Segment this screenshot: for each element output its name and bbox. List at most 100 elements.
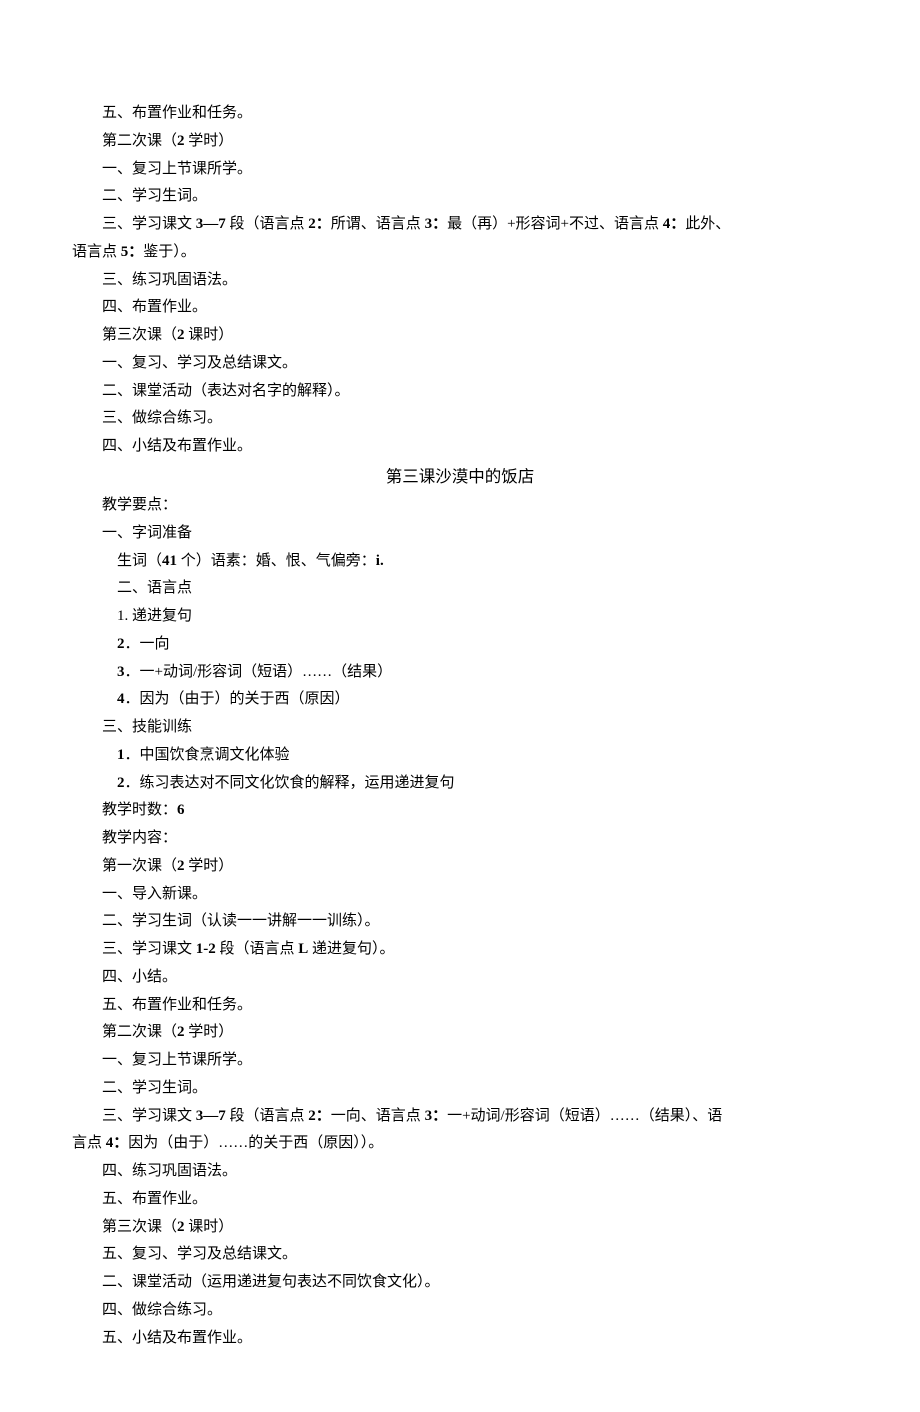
text: 语言点: [72, 244, 121, 260]
number: 3: [117, 664, 125, 680]
body-line: 四、布置作业。: [72, 294, 848, 322]
body-line: 五、小结及布置作业。: [72, 1325, 848, 1353]
body-line: 四、小结及布置作业。: [72, 433, 848, 461]
number: 1: [117, 747, 125, 763]
text: 第一次课（: [102, 858, 177, 874]
text: 课时）: [185, 327, 234, 343]
number: 6: [177, 802, 185, 818]
text: 三、学习课文: [102, 216, 196, 232]
number: 3：: [425, 1108, 448, 1124]
body-subline: 3．一+动词/形容词（短语）……（结果）: [72, 659, 848, 687]
body-subline: 生词（41 个）语素：婚、恨、气偏旁：i.: [72, 548, 848, 576]
number: 2: [177, 327, 185, 343]
body-line: 第一次课（2 学时）: [72, 853, 848, 881]
number: i.: [376, 553, 384, 569]
number: 2: [177, 1219, 185, 1235]
body-subline: 4．因为（由于）的关于西（原因）: [72, 686, 848, 714]
text: 教学时数：: [102, 802, 177, 818]
text: ．一+动词/形容词（短语）……（结果）: [125, 664, 393, 680]
body-line: 第二次课（2 学时）: [72, 128, 848, 156]
body-subline: 1. 递进复句: [72, 603, 848, 631]
body-line: 五、布置作业和任务。: [72, 100, 848, 128]
text: 因为（由于）……的关于西（原因））。: [128, 1135, 383, 1151]
text: ．一向: [125, 636, 170, 652]
body-line: 教学内容：: [72, 825, 848, 853]
body-line: 四、做综合练习。: [72, 1297, 848, 1325]
text: 第三次课（: [102, 1219, 177, 1235]
body-line: 教学要点：: [72, 492, 848, 520]
body-line: 一、复习、学习及总结课文。: [72, 350, 848, 378]
text: 课时）: [185, 1219, 234, 1235]
number: 1-2: [196, 941, 216, 957]
number: 2: [117, 775, 125, 791]
number: L: [298, 941, 308, 957]
body-line: 二、学习生词（认读一一讲解一一训练）。: [72, 908, 848, 936]
number: 3—7: [196, 216, 226, 232]
body-line: 三、学习课文 3—7 段（语言点 2：一向、语言点 3：一+动词/形容词（短语）…: [72, 1103, 848, 1131]
number: 41: [162, 553, 177, 569]
text: ．练习表达对不同文化饮食的解释，运用递进复句: [125, 775, 455, 791]
body-line: 教学时数：6: [72, 797, 848, 825]
body-line: 三、练习巩固语法。: [72, 267, 848, 295]
body-line-wrap: 语言点 5：鉴于）。: [72, 239, 848, 267]
body-line: 二、课堂活动（运用递进复句表达不同饮食文化）。: [72, 1269, 848, 1297]
body-line: 五、布置作业和任务。: [72, 992, 848, 1020]
text: 言点: [72, 1135, 106, 1151]
body-line: 第三次课（2 课时）: [72, 322, 848, 350]
body-line: 一、复习上节课所学。: [72, 1047, 848, 1075]
number: 5：: [121, 244, 144, 260]
text: 学时）: [185, 858, 234, 874]
body-line: 四、练习巩固语法。: [72, 1158, 848, 1186]
number: 2: [177, 858, 185, 874]
text: ．中国饮食烹调文化体验: [125, 747, 290, 763]
body-line: 三、做综合练习。: [72, 405, 848, 433]
body-line: 一、字词准备: [72, 520, 848, 548]
number: 2：: [308, 216, 331, 232]
body-subline: 1．中国饮食烹调文化体验: [72, 742, 848, 770]
text: 最（再）+形容词+不过、语言点: [447, 216, 663, 232]
document-page: 五、布置作业和任务。 第二次课（2 学时） 一、复习上节课所学。 二、学习生词。…: [0, 0, 920, 1412]
body-line: 五、复习、学习及总结课文。: [72, 1241, 848, 1269]
text: 鉴于）。: [143, 244, 196, 260]
body-line: 一、复习上节课所学。: [72, 156, 848, 184]
text: 段（语言点: [226, 1108, 309, 1124]
text: 段（语言点: [216, 941, 299, 957]
body-line: 一、导入新课。: [72, 881, 848, 909]
body-line: 二、学习生词。: [72, 183, 848, 211]
text: 第三次课（: [102, 327, 177, 343]
text: ．因为（由于）的关于西（原因）: [125, 691, 350, 707]
text: 一向、语言点: [331, 1108, 425, 1124]
body-line: 二、课堂活动（表达对名字的解释）。: [72, 378, 848, 406]
number: 2：: [308, 1108, 331, 1124]
number: 4: [117, 691, 125, 707]
text: 第二次课（: [102, 1024, 177, 1040]
number: 4：: [106, 1135, 129, 1151]
text: 三、学习课文: [102, 941, 196, 957]
text: 一+动词/形容词（短语）……（结果）、语: [447, 1108, 722, 1124]
text: 递进复句）。: [308, 941, 394, 957]
body-line-wrap: 言点 4：因为（由于）……的关于西（原因））。: [72, 1130, 848, 1158]
body-subline: 2．一向: [72, 631, 848, 659]
text: 学时）: [185, 1024, 234, 1040]
number: 2: [177, 1024, 185, 1040]
body-line: 四、小结。: [72, 964, 848, 992]
text: 此外、: [685, 216, 730, 232]
number: 2: [177, 133, 185, 149]
body-subline: 2．练习表达对不同文化饮食的解释，运用递进复句: [72, 770, 848, 798]
number: 3—7: [196, 1108, 226, 1124]
text: 所谓、语言点: [331, 216, 425, 232]
number: 2: [117, 636, 125, 652]
body-line: 第二次课（2 学时）: [72, 1019, 848, 1047]
number: 4：: [663, 216, 686, 232]
text: 个）语素：婚、恨、气偏旁：: [177, 553, 376, 569]
lesson-heading: 第三课沙漠中的饭店: [72, 461, 848, 492]
text: 三、学习课文: [102, 1108, 196, 1124]
body-line: 第三次课（2 课时）: [72, 1214, 848, 1242]
body-line: 二、学习生词。: [72, 1075, 848, 1103]
body-line: 三、学习课文 1-2 段（语言点 L 递进复句）。: [72, 936, 848, 964]
body-line: 五、布置作业。: [72, 1186, 848, 1214]
text: 生词（: [117, 553, 162, 569]
text: 学时）: [185, 133, 234, 149]
body-line: 三、技能训练: [72, 714, 848, 742]
text: 第二次课（: [102, 133, 177, 149]
